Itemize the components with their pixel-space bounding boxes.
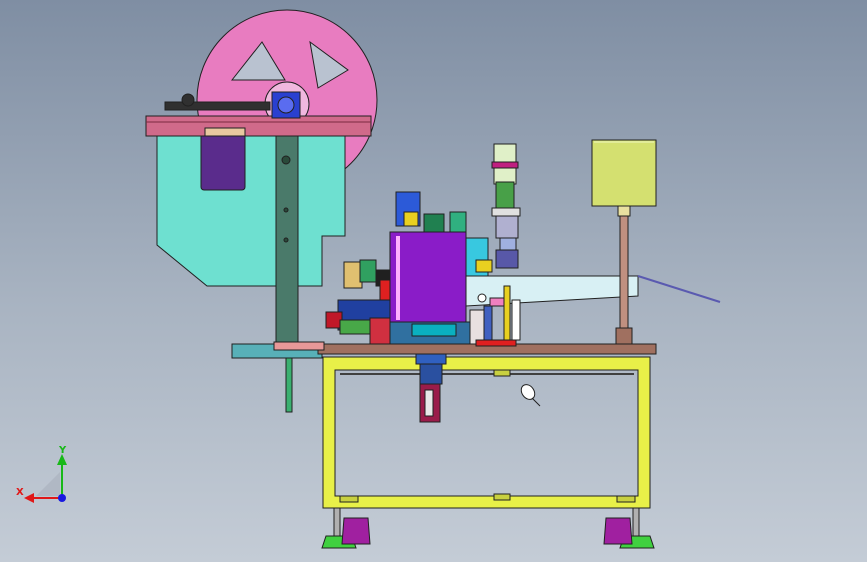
right-post-motor (591, 139, 657, 345)
guide-arm (465, 275, 721, 341)
mouse-cursor-icon (520, 384, 541, 407)
servo-motor (491, 143, 521, 269)
cad-viewport[interactable]: Y X (0, 0, 867, 562)
x-axis-label: X (16, 487, 24, 498)
machine-assembly-drawing: Y X (16, 9, 721, 549)
y-axis-label: Y (58, 445, 67, 456)
vertical-column (275, 135, 299, 413)
leveling-feet (321, 507, 655, 549)
z-axis-dot (58, 494, 66, 502)
machine-frame (322, 356, 651, 509)
coordinate-triad: Y X (16, 445, 67, 503)
feeder-cover (156, 133, 346, 287)
lower-cylinder (415, 353, 447, 423)
